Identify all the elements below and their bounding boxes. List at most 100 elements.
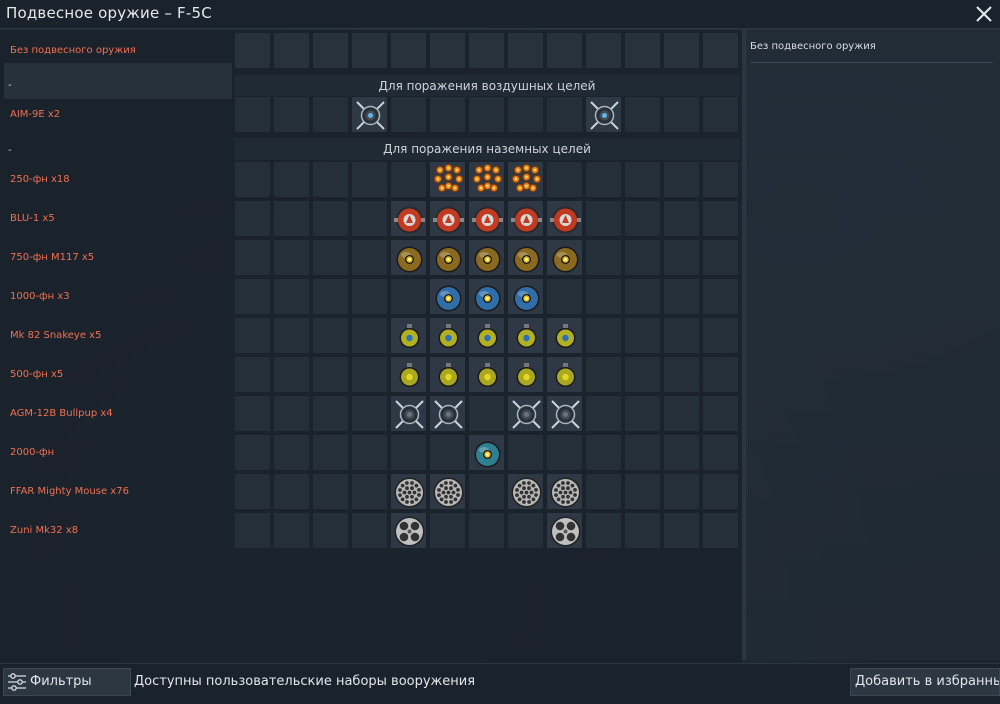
pylon-slot[interactable] xyxy=(624,356,661,393)
pylon-slot[interactable] xyxy=(273,395,310,432)
pylon-slot-filled[interactable] xyxy=(429,356,466,393)
selected-preset-label[interactable]: Без подвесного оружия xyxy=(10,45,230,56)
pylon-slot[interactable] xyxy=(273,434,310,471)
pylon-slot-filled[interactable] xyxy=(390,473,427,510)
slot-cell[interactable] xyxy=(663,32,700,69)
pylon-slot[interactable] xyxy=(663,395,700,432)
pylon-slot[interactable] xyxy=(585,434,622,471)
add-to-favorites-button[interactable]: Добавить в избранные xyxy=(850,668,1000,696)
slot-cell[interactable] xyxy=(273,32,310,69)
pylon-slot[interactable] xyxy=(390,96,427,133)
pylon-slot[interactable] xyxy=(585,317,622,354)
pylon-slot[interactable] xyxy=(234,278,271,315)
pylon-slot[interactable] xyxy=(702,317,739,354)
pylon-slot[interactable] xyxy=(468,395,505,432)
pylon-slot[interactable] xyxy=(546,96,583,133)
pylon-slot[interactable] xyxy=(468,512,505,549)
pylon-slot[interactable] xyxy=(585,161,622,198)
pylon-slot[interactable] xyxy=(702,278,739,315)
slot-cell[interactable] xyxy=(312,32,349,69)
pylon-slot[interactable] xyxy=(351,434,388,471)
pylon-slot-filled[interactable] xyxy=(429,317,466,354)
pylon-slot[interactable] xyxy=(624,395,661,432)
pylon-slot[interactable] xyxy=(390,434,427,471)
pylon-slot-filled[interactable] xyxy=(390,356,427,393)
pylon-slot-filled[interactable] xyxy=(468,161,505,198)
pylon-slot-filled[interactable] xyxy=(507,200,544,237)
pylon-slot[interactable] xyxy=(273,512,310,549)
pylon-slot[interactable] xyxy=(273,473,310,510)
pylon-slot-filled[interactable] xyxy=(429,200,466,237)
pylon-slot[interactable] xyxy=(234,161,271,198)
pylon-slot[interactable] xyxy=(624,473,661,510)
pylon-slot[interactable] xyxy=(663,512,700,549)
pylon-slot[interactable] xyxy=(312,96,349,133)
pylon-slot-filled[interactable] xyxy=(390,395,427,432)
pylon-slot[interactable] xyxy=(273,356,310,393)
pylon-slot[interactable] xyxy=(663,278,700,315)
pylon-slot-filled[interactable] xyxy=(468,278,505,315)
pylon-slot-filled[interactable] xyxy=(351,96,388,133)
weapon-preset-label[interactable]: Mk 82 Snakeye x5 xyxy=(10,330,230,341)
pylon-slot[interactable] xyxy=(546,434,583,471)
pylon-slot-filled[interactable] xyxy=(468,434,505,471)
slot-cell[interactable] xyxy=(390,32,427,69)
pylon-slot[interactable] xyxy=(663,96,700,133)
slot-cell[interactable] xyxy=(585,32,622,69)
pylon-slot[interactable] xyxy=(507,96,544,133)
pylon-slot[interactable] xyxy=(312,356,349,393)
weapon-preset-label[interactable]: FFAR Mighty Mouse x76 xyxy=(10,486,230,497)
pylon-slot[interactable] xyxy=(390,278,427,315)
pylon-slot[interactable] xyxy=(234,239,271,276)
weapon-preset-label[interactable]: 2000-фн xyxy=(10,447,230,458)
slot-cell[interactable] xyxy=(351,32,388,69)
pylon-slot[interactable] xyxy=(312,278,349,315)
pylon-slot-filled[interactable] xyxy=(429,239,466,276)
pylon-slot[interactable] xyxy=(429,512,466,549)
pylon-slot-filled[interactable] xyxy=(507,356,544,393)
pylon-slot[interactable] xyxy=(312,161,349,198)
pylon-slot[interactable] xyxy=(663,161,700,198)
pylon-slot[interactable] xyxy=(351,473,388,510)
pylon-slot-filled[interactable] xyxy=(390,317,427,354)
pylon-slot[interactable] xyxy=(351,395,388,432)
slot-cell[interactable] xyxy=(702,32,739,69)
pylon-slot[interactable] xyxy=(273,278,310,315)
pylon-slot[interactable] xyxy=(234,473,271,510)
pylon-slot-filled[interactable] xyxy=(546,356,583,393)
pylon-slot[interactable] xyxy=(351,512,388,549)
pylon-slot-filled[interactable] xyxy=(507,317,544,354)
pylon-slot[interactable] xyxy=(546,278,583,315)
pylon-slot[interactable] xyxy=(234,512,271,549)
slot-cell[interactable] xyxy=(468,32,505,69)
weapon-preset-label[interactable]: BLU-1 x5 xyxy=(10,213,230,224)
pylon-slot-filled[interactable] xyxy=(507,161,544,198)
weapon-preset-label[interactable]: 500-фн x5 xyxy=(10,369,230,380)
pylon-slot[interactable] xyxy=(507,512,544,549)
pylon-slot-filled[interactable] xyxy=(429,473,466,510)
pylon-slot-filled[interactable] xyxy=(429,161,466,198)
pylon-slot[interactable] xyxy=(702,395,739,432)
slot-cell[interactable] xyxy=(429,32,466,69)
pylon-slot[interactable] xyxy=(312,239,349,276)
weapon-preset-label[interactable]: AIM-9E x2 xyxy=(10,109,230,120)
pylon-slot-filled[interactable] xyxy=(546,395,583,432)
pylon-slot[interactable] xyxy=(273,239,310,276)
pylon-slot[interactable] xyxy=(702,473,739,510)
pylon-slot[interactable] xyxy=(234,356,271,393)
pylon-slot[interactable] xyxy=(351,239,388,276)
pylon-slot[interactable] xyxy=(234,434,271,471)
pylon-slot[interactable] xyxy=(312,434,349,471)
pylon-slot[interactable] xyxy=(624,512,661,549)
pylon-slot-filled[interactable] xyxy=(468,239,505,276)
pylon-slot-filled[interactable] xyxy=(507,473,544,510)
pylon-slot-filled[interactable] xyxy=(390,239,427,276)
pylon-slot[interactable] xyxy=(624,278,661,315)
weapon-preset-label[interactable]: 750-фн M117 x5 xyxy=(10,252,230,263)
pylon-slot[interactable] xyxy=(585,395,622,432)
pylon-slot[interactable] xyxy=(702,239,739,276)
pylon-slot-filled[interactable] xyxy=(507,239,544,276)
pylon-slot[interactable] xyxy=(585,356,622,393)
pylon-slot-filled[interactable] xyxy=(507,278,544,315)
pylon-slot[interactable] xyxy=(312,317,349,354)
